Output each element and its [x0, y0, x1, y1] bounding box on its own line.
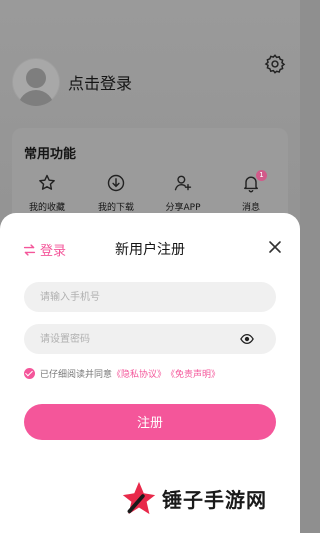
favorites-item[interactable]: 我的收藏	[17, 173, 77, 213]
messages-item[interactable]: 1 消息	[221, 170, 281, 213]
watermark-text: 锤子手游网	[162, 487, 267, 512]
downloads-item[interactable]: 我的下载	[86, 173, 146, 213]
profile-header[interactable]: 点击登录	[12, 58, 132, 106]
share-app-label: 分享APP	[165, 203, 201, 213]
login-prompt[interactable]: 点击登录	[68, 70, 132, 94]
star-icon	[39, 174, 55, 190]
agreement-checkbox[interactable]	[24, 368, 35, 379]
agreement-text: 已仔细阅读并同意	[40, 370, 113, 380]
close-icon[interactable]	[268, 240, 282, 254]
common-functions-title: 常用功能	[24, 147, 77, 162]
downloads-label: 我的下载	[97, 203, 134, 213]
message-count-badge: 1	[256, 170, 267, 181]
password-input[interactable]	[24, 324, 276, 354]
sheet-title: 新用户注册	[115, 242, 185, 258]
messages-label: 消息	[241, 203, 260, 213]
hammer-logo-icon	[122, 481, 156, 515]
agreement-row: 已仔细阅读并同意 《隐私协议》 《免责声明》	[24, 367, 220, 380]
phone-input[interactable]	[24, 282, 276, 312]
disclaimer-link[interactable]: 《免责声明》	[166, 367, 220, 380]
favorites-label: 我的收藏	[28, 203, 65, 213]
gear-icon[interactable]	[264, 53, 286, 75]
share-app-item[interactable]: 分享APP	[153, 173, 213, 213]
avatar[interactable]	[12, 58, 60, 106]
register-sheet: 登录 新用户注册 已仔细阅读并同意 《隐私协议》 《免责声明》 注册 锤子手游网	[0, 213, 300, 533]
register-button[interactable]: 注册	[24, 404, 276, 440]
download-icon	[107, 174, 125, 192]
eye-icon[interactable]	[240, 333, 254, 345]
privacy-link[interactable]: 《隐私协议》	[112, 367, 166, 380]
add-user-icon	[174, 175, 192, 191]
watermark: 锤子手游网	[120, 479, 267, 517]
